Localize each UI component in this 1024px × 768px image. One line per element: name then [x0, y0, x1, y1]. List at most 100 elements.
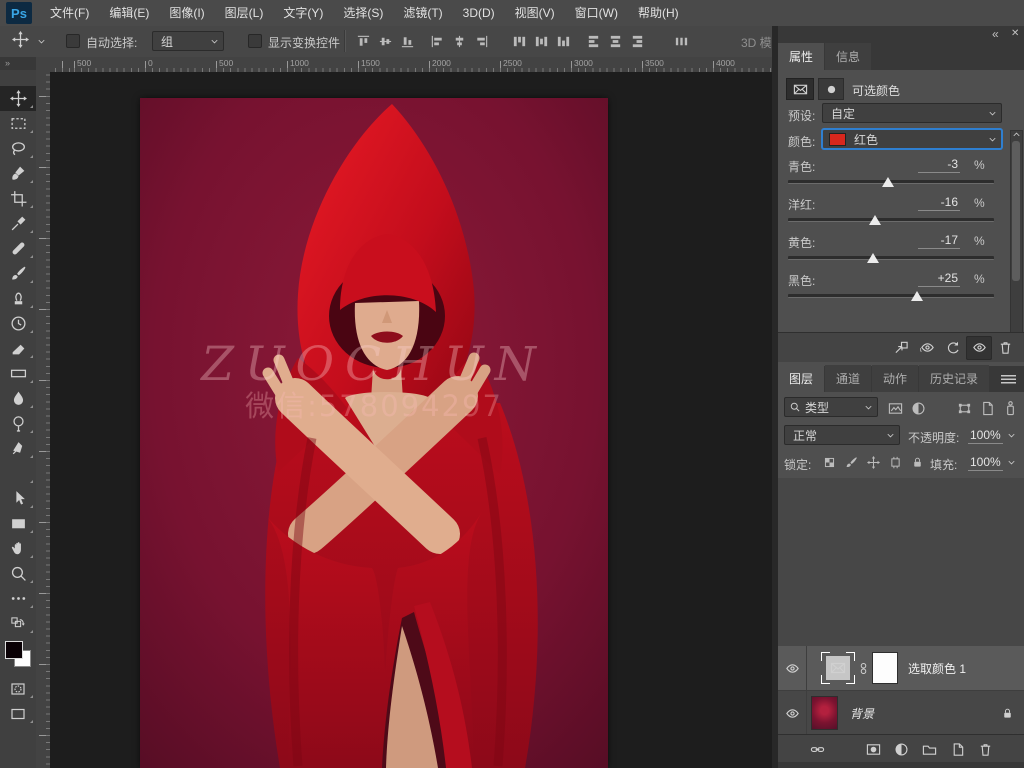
foreground-background-swatches[interactable] [0, 636, 36, 676]
menu-item-6[interactable]: 滤镜(T) [393, 0, 452, 26]
preset-dropdown[interactable]: 自定 [822, 103, 1002, 123]
screen-mode-button[interactable] [0, 701, 36, 726]
dist-middle-button[interactable] [530, 30, 552, 52]
layer-filter-dropdown[interactable]: 类型 [784, 397, 878, 417]
slider-track[interactable] [788, 180, 994, 184]
slider-value[interactable]: +25 [918, 271, 960, 287]
delete-trash-button[interactable] [992, 336, 1018, 360]
brush-tool[interactable] [0, 261, 36, 286]
path-selection-tool[interactable] [0, 486, 36, 511]
filter-adjustment-button[interactable] [907, 397, 930, 419]
lock-transparent-button[interactable] [818, 451, 840, 473]
close-panel-icon[interactable]: ✕ [1011, 28, 1019, 39]
edit-toolbar-tool[interactable] [0, 586, 36, 611]
menu-item-2[interactable]: 图像(I) [159, 0, 214, 26]
clone-stamp-tool[interactable] [0, 286, 36, 311]
layers-menu-icon[interactable] [1001, 375, 1016, 384]
dodge-tool[interactable] [0, 411, 36, 436]
slider-thumb[interactable] [869, 215, 881, 225]
layer-visibility-toggle[interactable] [778, 691, 807, 735]
align-middle-button[interactable] [374, 30, 396, 52]
collapse-panels-icon[interactable]: « [992, 27, 997, 41]
history-brush-tool[interactable] [0, 311, 36, 336]
vertical-ruler[interactable] [36, 72, 51, 768]
slider-value[interactable]: -17 [918, 233, 960, 249]
layers-tab-历史记录[interactable]: 历史记录 [919, 365, 989, 392]
opacity-value[interactable]: 100% [968, 428, 1003, 444]
lock-all-button[interactable] [906, 451, 928, 473]
visibility-eye-button[interactable] [966, 336, 992, 360]
align-left-button[interactable] [426, 30, 448, 52]
menu-item-7[interactable]: 3D(D) [453, 0, 505, 26]
background-thumbnail[interactable] [811, 696, 838, 730]
fill-value[interactable]: 100% [968, 455, 1003, 471]
slider-track[interactable] [788, 256, 994, 260]
layers-tab-动作[interactable]: 动作 [872, 365, 918, 392]
lasso-tool[interactable] [0, 136, 36, 161]
blur-tool[interactable] [0, 386, 36, 411]
new-group-button[interactable] [916, 737, 942, 761]
dist-left-button[interactable] [582, 30, 604, 52]
auto-select-target-dropdown[interactable]: 组 [152, 31, 224, 51]
opacity-chevron-icon[interactable] [1006, 430, 1017, 441]
slider-thumb[interactable] [882, 177, 894, 187]
hand-tool[interactable] [0, 536, 36, 561]
quick-selection-tool[interactable] [0, 161, 36, 186]
eraser-tool[interactable] [0, 336, 36, 361]
toggle-visibility-state-button[interactable] [914, 336, 940, 360]
toolbar-collapse[interactable]: » [0, 57, 36, 70]
slider-value[interactable]: -3 [918, 157, 960, 173]
dist-bottom-button[interactable] [552, 30, 574, 52]
auto-select-checkbox[interactable] [66, 34, 80, 48]
adjustment-thumbnail[interactable] [821, 652, 855, 684]
menu-item-5[interactable]: 选择(S) [333, 0, 393, 26]
gradient-tool[interactable] [0, 361, 36, 386]
quick-mask-button[interactable] [0, 676, 36, 701]
align-top-button[interactable] [352, 30, 374, 52]
layer-mask-thumbnail[interactable] [872, 652, 898, 684]
menu-item-1[interactable]: 编辑(E) [99, 0, 159, 26]
layers-tab-通道[interactable]: 通道 [825, 365, 871, 392]
type-tool[interactable]: T [0, 461, 36, 486]
spot-healing-tool[interactable] [0, 236, 36, 261]
move-tool[interactable] [0, 86, 36, 111]
menu-item-9[interactable]: 窗口(W) [565, 0, 628, 26]
lock-position-button[interactable] [862, 451, 884, 473]
align-right-button[interactable] [470, 30, 492, 52]
menu-item-8[interactable]: 视图(V) [505, 0, 565, 26]
filter-shape-button[interactable] [953, 397, 976, 419]
filter-smart-object-button[interactable] [976, 397, 999, 419]
horizontal-ruler[interactable]: 500050010001500200025003000350040004500 [50, 57, 772, 73]
color-dropdown[interactable]: 红色 [822, 129, 1002, 149]
menu-item-0[interactable]: 文件(F) [40, 0, 99, 26]
scrollbar-thumb[interactable] [1012, 141, 1020, 281]
lock-artboard-button[interactable] [884, 451, 906, 473]
dist-top-button[interactable] [508, 30, 530, 52]
menu-item-3[interactable]: 图层(L) [215, 0, 274, 26]
fill-chevron-icon[interactable] [1006, 457, 1017, 468]
menu-item-4[interactable]: 文字(Y) [273, 0, 333, 26]
align-bottom-button[interactable] [396, 30, 418, 52]
lock-pixels-button[interactable] [840, 451, 862, 473]
eyedropper-tool[interactable] [0, 211, 36, 236]
slider-value[interactable]: -16 [918, 195, 960, 211]
link-layers-button[interactable] [804, 737, 830, 761]
document-image[interactable]: ZUOCHUN 微信:578094297 [140, 98, 608, 768]
ruler-corner[interactable] [36, 57, 51, 73]
clip-to-layer-button[interactable] [888, 336, 914, 360]
layers-tab-图层[interactable]: 图层 [778, 365, 824, 392]
filter-image-button[interactable] [884, 397, 907, 419]
slider-thumb[interactable] [911, 291, 923, 301]
delete-layer-button[interactable] [972, 737, 998, 761]
filter-type-button[interactable]: T [930, 397, 953, 419]
add-mask-button[interactable] [860, 737, 886, 761]
menu-item-10[interactable]: 帮助(H) [628, 0, 689, 26]
layer-style-fx-button[interactable]: fx [832, 737, 858, 761]
swap-colors-button[interactable] [0, 611, 36, 636]
dist-space-button[interactable] [670, 30, 692, 52]
properties-tab-信息[interactable]: 信息 [825, 43, 871, 70]
new-adjustment-button[interactable] [888, 737, 914, 761]
dist-center-button[interactable] [604, 30, 626, 52]
background-lock-icon[interactable] [1001, 707, 1014, 720]
scroll-up-icon[interactable] [1011, 129, 1022, 140]
